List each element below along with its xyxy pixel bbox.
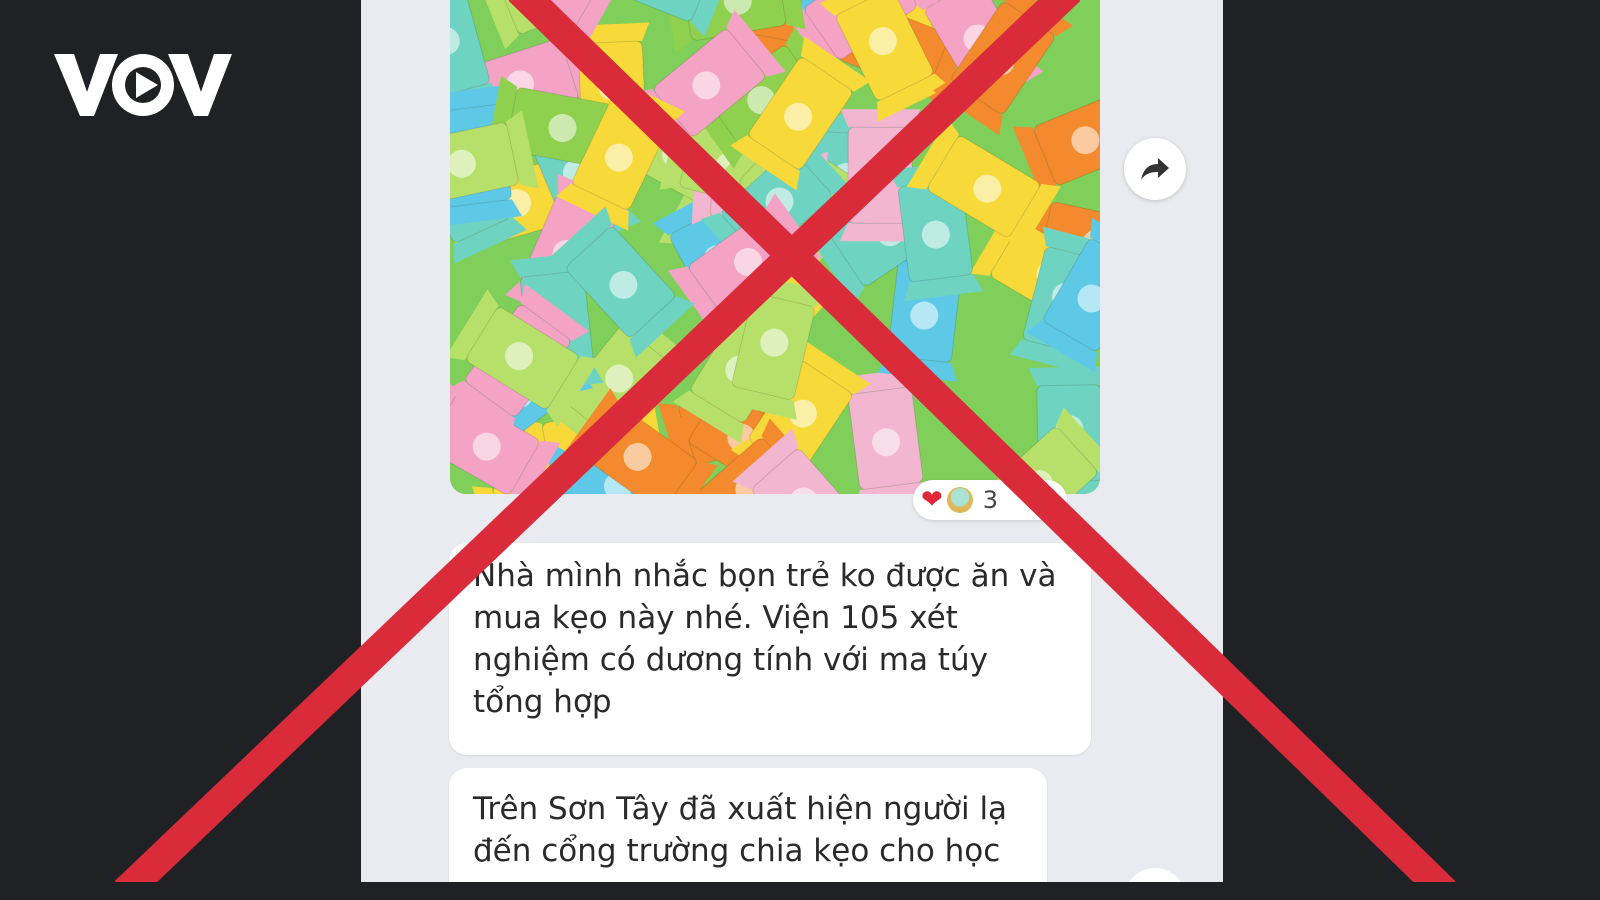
vov-logo bbox=[54, 52, 232, 118]
reactions-bar[interactable]: ❤ 3 ❤ bbox=[913, 480, 1068, 520]
message-bubble-2[interactable]: Trên Sơn Tây đã xuất hiện người lạ đến c… bbox=[449, 768, 1047, 882]
chat-panel: ❤ 3 ❤ Nhà mình nhắc bọn trẻ ko được ăn v… bbox=[361, 0, 1223, 882]
vov-logo-graphic bbox=[54, 54, 232, 116]
share-button-2[interactable] bbox=[1124, 868, 1186, 882]
message-text: Nhà mình nhắc bọn trẻ ko được ăn và mua … bbox=[473, 558, 1057, 720]
message-text-2: Trên Sơn Tây đã xuất hiện người lạ đến c… bbox=[473, 791, 1008, 869]
candy-photo bbox=[450, 0, 1100, 494]
share-button[interactable] bbox=[1124, 138, 1186, 200]
heart-reaction-icon: ❤ bbox=[921, 485, 943, 515]
message-bubble[interactable]: Nhà mình nhắc bọn trẻ ko được ăn và mua … bbox=[449, 543, 1091, 755]
share-arrow-icon bbox=[1141, 158, 1169, 180]
candy-image-message[interactable] bbox=[450, 0, 1100, 494]
smile-reaction-icon bbox=[946, 487, 973, 513]
heart-reaction-icon-2: ❤ bbox=[1024, 482, 1050, 517]
reaction-count: 3 bbox=[982, 486, 999, 514]
